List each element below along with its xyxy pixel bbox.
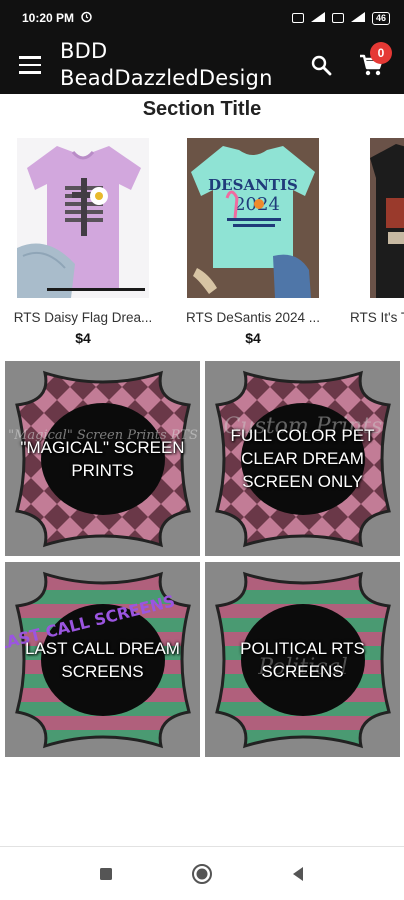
product-name: RTS DeSantis 2024 ... [185, 310, 321, 325]
product-name: RTS Daisy Flag Drea... [13, 310, 153, 325]
product-price: $4 [245, 330, 261, 346]
back-icon [293, 866, 303, 881]
category-label: POLITICAL RTS SCREENS [240, 638, 365, 681]
category-label: LAST CALL DREAM SCREENS [25, 638, 180, 681]
section-title: Section Title [142, 98, 262, 120]
category-tile-full-color-pet[interactable]: Custom Prints FULL COLOR PET CLEAR DREAM… [205, 361, 400, 556]
product-card[interactable]: DESANTIS 2024 RTS DeSantis 2024 ... $4 [173, 138, 333, 346]
status-bar: 10:20 PM 46 [0, 0, 404, 36]
product-price: $4 [75, 330, 91, 346]
desantis-shirt-image: DESANTIS 2024 [187, 138, 319, 298]
product-card[interactable]: RTS Daisy Flag Drea... $4 [3, 138, 163, 346]
shirt-print-line1: DESANTIS [208, 176, 298, 194]
brand-line-2: BeadDazzledDesign [60, 66, 273, 90]
status-time: 10:20 PM [22, 11, 75, 25]
product-card[interactable]: RTS It's T [346, 138, 404, 330]
alarm-icon [80, 10, 93, 26]
system-nav-bar [0, 847, 404, 900]
search-button[interactable] [296, 36, 346, 94]
back-button[interactable] [285, 861, 311, 887]
sim-icon [291, 13, 304, 23]
category-tile-magical-screen-prints[interactable]: "Magical" Screen Prints RTS "MAGICAL" SC… [5, 361, 200, 556]
recents-button[interactable] [93, 861, 119, 887]
category-label: "MAGICAL" SCREEN PRINTS [20, 437, 185, 480]
category-tile-last-call-dream-screens[interactable]: LAST CALL SCREENS LAST CALL DREAM SCREEN… [5, 562, 200, 757]
product-carousel[interactable]: RTS Daisy Flag Drea... $4 DESANTIS 2024 … [0, 138, 404, 354]
product-name: RTS It's T [350, 310, 404, 325]
category-tile-political-rts-screens[interactable]: Political POLITICAL RTS SCREENS [205, 562, 400, 757]
sim2-icon [331, 13, 344, 23]
cart-button[interactable]: 0 [346, 36, 396, 94]
menu-icon [19, 54, 41, 77]
search-icon [311, 55, 332, 76]
signal2-icon [350, 11, 366, 26]
signal-icon [310, 11, 326, 26]
home-icon [192, 863, 212, 884]
brand-title: BDD BeadDazzledDesign [60, 38, 296, 92]
category-label: FULL COLOR PET CLEAR DREAM SCREEN ONLY [230, 426, 375, 491]
product-image[interactable] [370, 138, 404, 298]
product-image[interactable]: DESANTIS 2024 [187, 138, 319, 298]
recents-icon [100, 867, 112, 880]
brand-line-1: BDD [60, 39, 108, 63]
status-icons: 46 [291, 11, 390, 26]
menu-button[interactable] [0, 36, 60, 94]
purple-shirt-flag-image [17, 138, 149, 298]
black-shirt-image [370, 138, 404, 298]
home-button[interactable] [189, 861, 215, 887]
battery-icon: 46 [371, 11, 390, 25]
product-image[interactable] [17, 138, 149, 298]
cart-count-badge: 0 [370, 42, 392, 64]
app-bar: BDD BeadDazzledDesign 0 [0, 36, 404, 94]
